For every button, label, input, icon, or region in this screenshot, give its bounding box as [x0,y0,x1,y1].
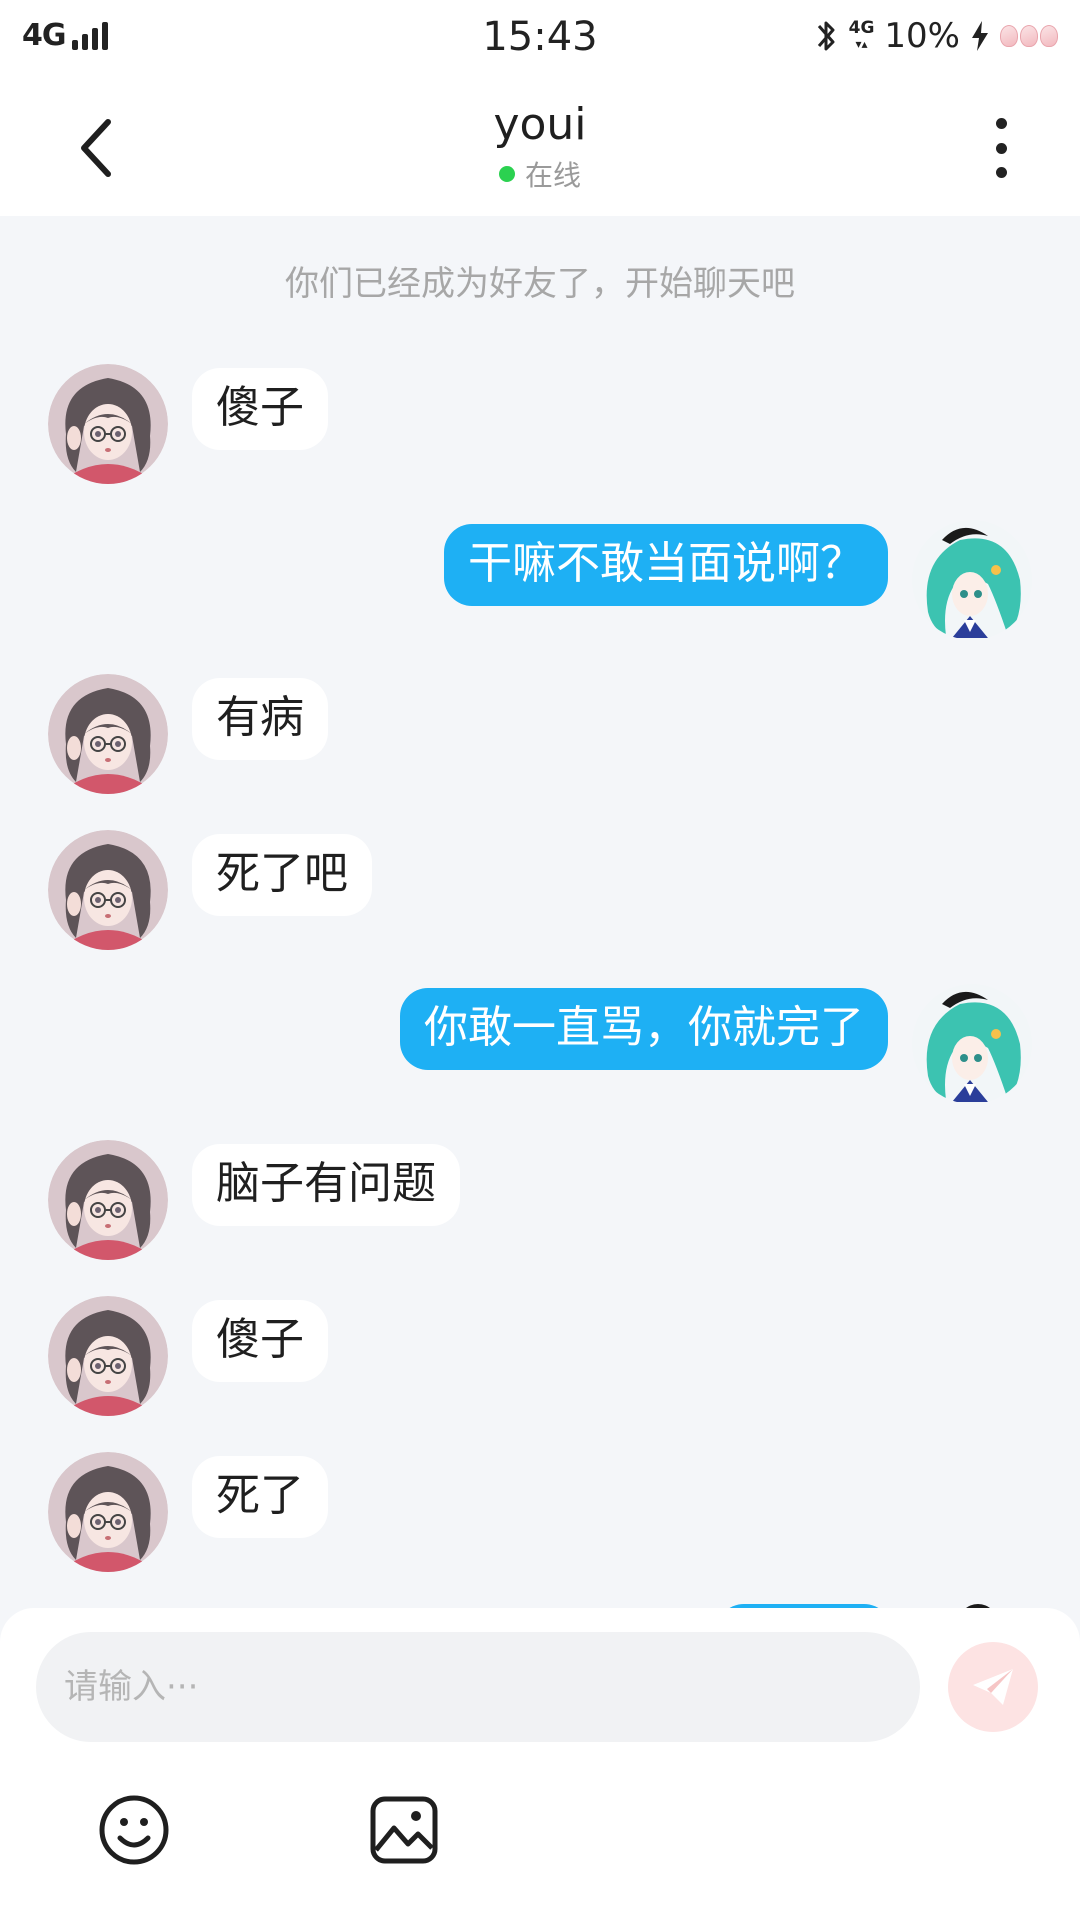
bluetooth-icon [817,21,835,51]
status-right-group: 4G ▾▴ 10% [813,16,1058,56]
contact-name: youi [493,99,587,150]
online-dot-icon [498,166,515,182]
image-icon [370,1796,438,1864]
battery-icon [1000,25,1058,47]
my-avatar[interactable] [912,984,1032,1104]
contact-avatar[interactable] [48,830,168,950]
message-input-panel [0,1608,1080,1920]
chat-header: youi 在线 [0,80,1080,216]
chat-message-list[interactable]: 你们已经成为好友了，开始聊天吧 傻子 干嘛不敢当面说啊？ 有病 死了吧 你敢一直… [0,216,1080,1608]
received-message-bubble[interactable]: 有病 [192,678,328,760]
contact-avatar[interactable] [48,674,168,794]
title-group: youi 在线 [0,98,1080,194]
sent-message-bubble[interactable]: 干嘛不敢当面说啊？ [444,524,888,606]
online-status: 在线 [498,154,581,194]
received-message-bubble[interactable]: 傻子 [192,368,328,450]
contact-avatar[interactable] [48,364,168,484]
send-button[interactable] [948,1642,1038,1732]
my-avatar[interactable] [912,520,1032,640]
more-options-button[interactable] [986,118,1016,178]
online-status-label: 在线 [524,159,581,192]
charging-icon [972,21,988,51]
received-message-bubble[interactable]: 脑子有问题 [192,1144,460,1226]
smiley-icon [99,1795,169,1865]
contact-avatar[interactable] [48,1452,168,1572]
more-vertical-icon [995,118,1007,129]
paper-plane-icon [973,1669,1013,1705]
received-message-bubble[interactable]: 死了 [192,1456,328,1538]
battery-percentage: 10% [884,16,960,56]
received-message-bubble[interactable]: 傻子 [192,1300,328,1382]
system-notice: 你们已经成为好友了，开始聊天吧 [285,264,795,304]
mobile-data-icon: 4G ▾▴ [848,18,875,52]
image-button[interactable] [368,1794,440,1866]
received-message-bubble[interactable]: 死了吧 [192,834,372,916]
contact-avatar[interactable] [48,1140,168,1260]
sent-message-bubble[interactable]: 你敢一直骂，你就完了 [400,988,888,1070]
emoji-button[interactable] [98,1794,170,1866]
contact-avatar[interactable] [48,1296,168,1416]
message-input[interactable] [36,1632,920,1742]
status-bar: 4G 15:43 4G ▾▴ 10% [0,0,1080,80]
